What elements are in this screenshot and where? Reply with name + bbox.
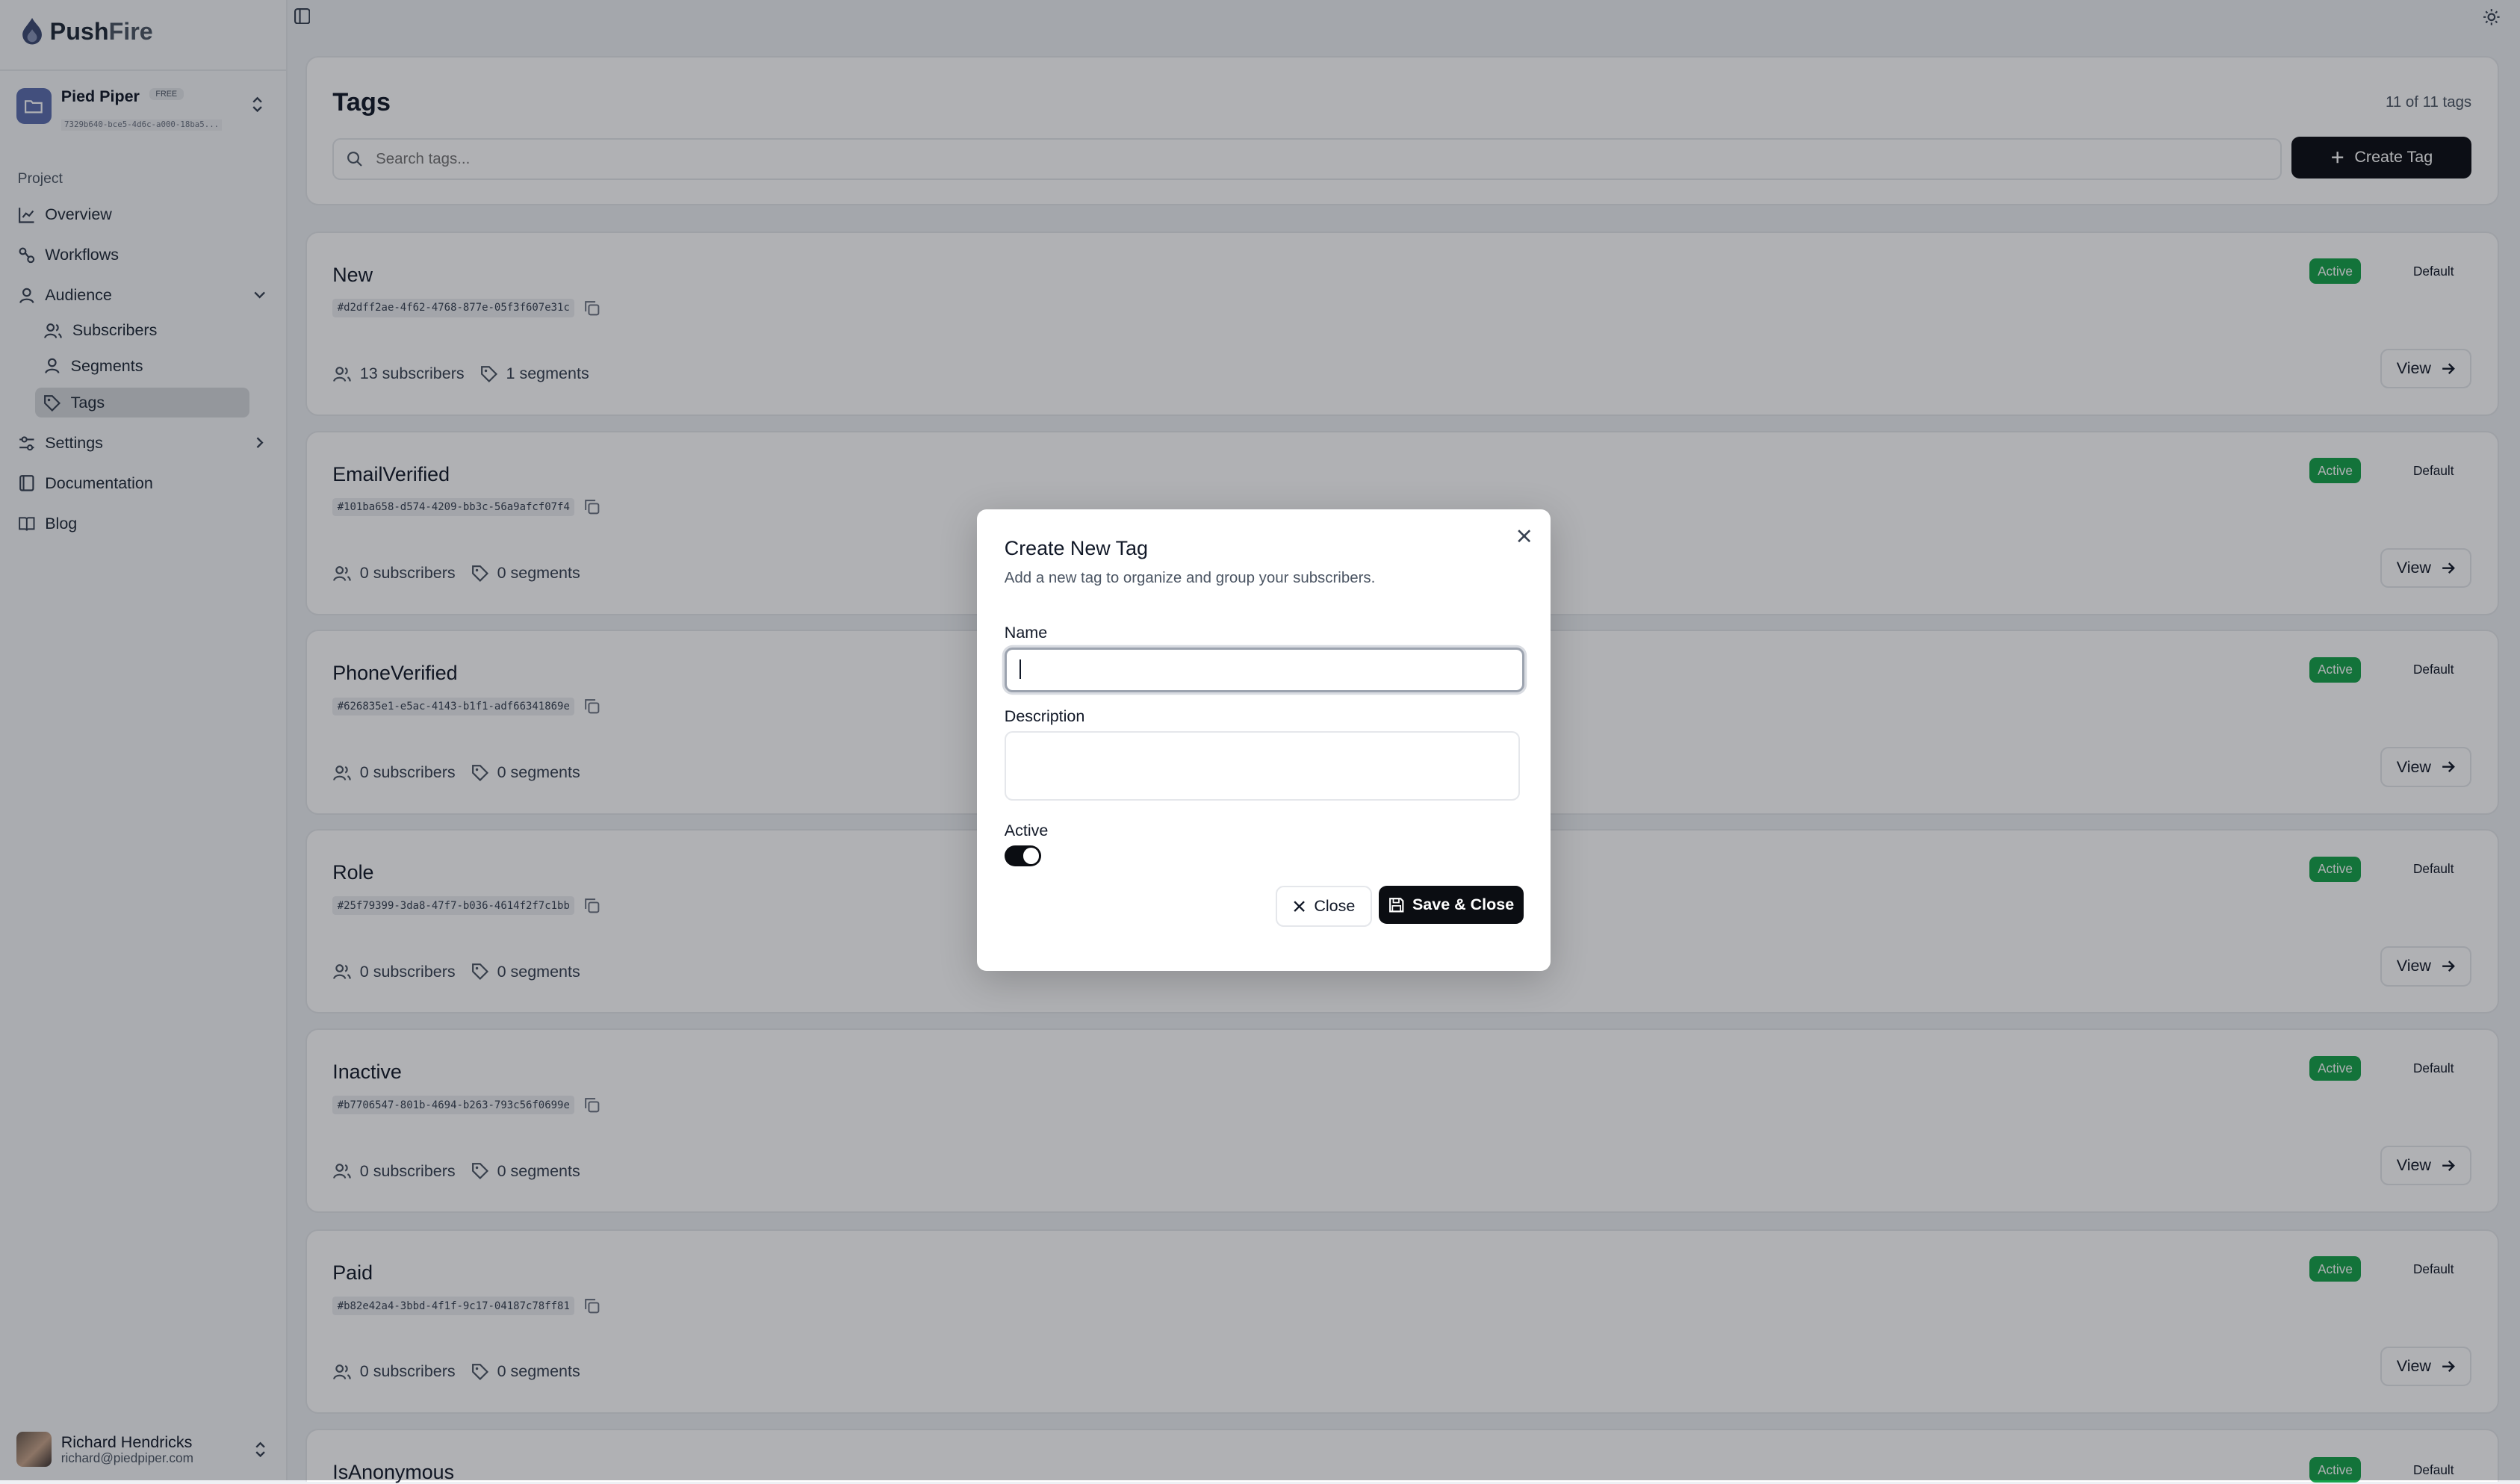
text-caret <box>1020 659 1022 679</box>
active-label: Active <box>1004 821 1049 839</box>
x-icon <box>1293 900 1306 913</box>
close-button[interactable]: Close <box>1276 885 1373 928</box>
toggle-knob <box>1022 848 1040 864</box>
save-icon <box>1388 897 1405 913</box>
save-label: Save & Close <box>1412 895 1515 913</box>
save-and-close-button[interactable]: Save & Close <box>1379 885 1524 925</box>
close-label: Close <box>1314 896 1356 915</box>
name-input[interactable] <box>1017 653 1506 689</box>
active-toggle[interactable] <box>1004 845 1042 866</box>
close-icon[interactable] <box>1517 529 1531 543</box>
create-tag-dialog: Create New Tag Add a new tag to organize… <box>977 509 1551 971</box>
dialog-subtitle: Add a new tag to organize and group your… <box>1004 568 1376 586</box>
description-label: Description <box>1004 707 1085 725</box>
name-label: Name <box>1004 623 1048 642</box>
name-field[interactable] <box>1004 648 1525 692</box>
dialog-title: Create New Tag <box>1004 536 1149 559</box>
description-textarea[interactable] <box>1004 731 1521 801</box>
